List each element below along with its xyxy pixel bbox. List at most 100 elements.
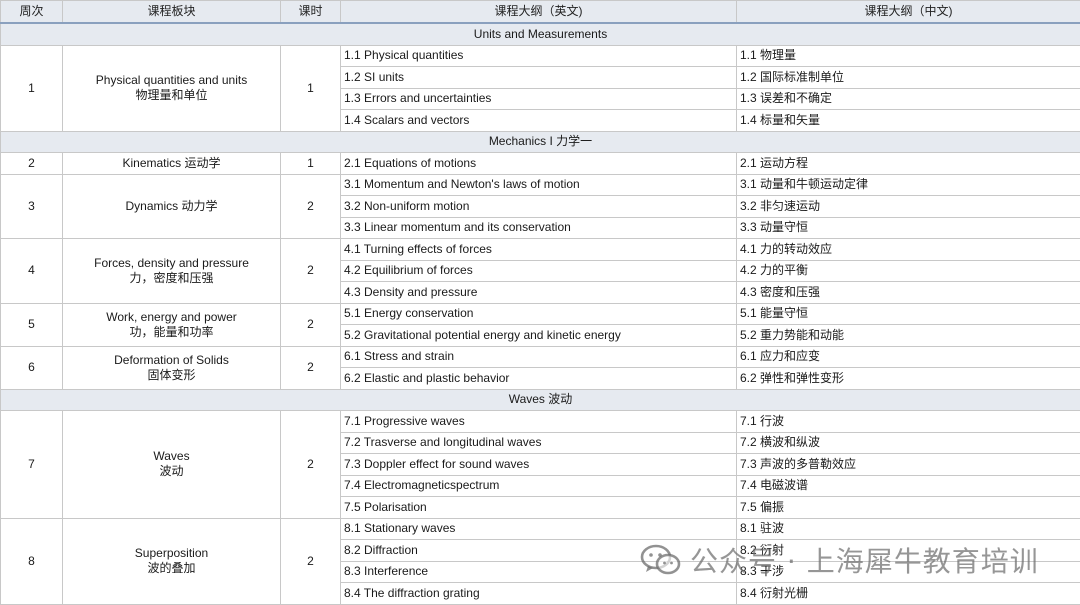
header-week: 周次	[1, 1, 63, 24]
header-outline-en: 课程大纲（英文)	[341, 1, 737, 24]
table-body: Units and Measurements1Physical quantiti…	[1, 23, 1080, 604]
module-cell: Waves波动	[63, 411, 281, 519]
topic-en: 5.1 Energy conservation	[341, 303, 737, 325]
module-name-en: Kinematics 运动学	[66, 156, 277, 171]
section-title: Mechanics I 力学一	[1, 131, 1080, 153]
topic-en: 2.1 Equations of motions	[341, 153, 737, 175]
week-number: 8	[1, 518, 63, 604]
topic-en: 8.2 Diffraction	[341, 540, 737, 562]
section-row: Mechanics I 力学一	[1, 131, 1080, 153]
module-name-en: Waves	[66, 449, 277, 464]
week-number: 7	[1, 411, 63, 519]
topic-en: 1.3 Errors and uncertainties	[341, 88, 737, 110]
topic-en: 7.4 Electromagneticspectrum	[341, 475, 737, 497]
topic-zh: 5.2 重力势能和动能	[737, 325, 1080, 347]
hours-cell: 1	[281, 45, 341, 131]
module-cell: Forces, density and pressure力，密度和压强	[63, 239, 281, 304]
table-row: 3Dynamics 动力学23.1 Momentum and Newton's …	[1, 174, 1080, 196]
module-cell: Dynamics 动力学	[63, 174, 281, 239]
topic-en: 4.2 Equilibrium of forces	[341, 260, 737, 282]
header-module: 课程板块	[63, 1, 281, 24]
course-outline-table: 周次 课程板块 课时 课程大纲（英文) 课程大纲（中文) Units and M…	[0, 0, 1080, 605]
topic-en: 1.1 Physical quantities	[341, 45, 737, 67]
table-row: 2Kinematics 运动学 12.1 Equations of motions…	[1, 153, 1080, 175]
module-name-en: Superposition	[66, 546, 277, 561]
topic-en: 7.5 Polarisation	[341, 497, 737, 519]
hours-cell: 2	[281, 239, 341, 304]
module-name-zh: 功，能量和功率	[66, 325, 277, 340]
header-row: 周次 课程板块 课时 课程大纲（英文) 课程大纲（中文)	[1, 1, 1080, 24]
hours-cell: 2	[281, 303, 341, 346]
topic-en: 4.1 Turning effects of forces	[341, 239, 737, 261]
week-number: 4	[1, 239, 63, 304]
topic-en: 3.3 Linear momentum and its conservation	[341, 217, 737, 239]
topic-zh: 7.3 声波的多普勒效应	[737, 454, 1080, 476]
header-outline-zh: 课程大纲（中文)	[737, 1, 1080, 24]
topic-zh: 4.3 密度和压强	[737, 282, 1080, 304]
table-row: 6Deformation of Solids固体变形26.1 Stress an…	[1, 346, 1080, 368]
topic-zh: 7.1 行波	[737, 411, 1080, 433]
section-title: Waves 波动	[1, 389, 1080, 411]
topic-zh: 8.1 驻波	[737, 518, 1080, 540]
topic-en: 8.3 Interference	[341, 561, 737, 583]
topic-zh: 7.2 横波和纵波	[737, 432, 1080, 454]
module-name-zh: 波动	[66, 464, 277, 479]
table-row: 1Physical quantities and units物理量和单位11.1…	[1, 45, 1080, 67]
topic-en: 3.1 Momentum and Newton's laws of motion	[341, 174, 737, 196]
topic-en: 8.1 Stationary waves	[341, 518, 737, 540]
hours-cell: 2	[281, 411, 341, 519]
section-row: Units and Measurements	[1, 23, 1080, 45]
topic-en: 6.2 Elastic and plastic behavior	[341, 368, 737, 390]
topic-zh: 7.4 电磁波谱	[737, 475, 1080, 497]
topic-zh: 3.1 动量和牛顿运动定律	[737, 174, 1080, 196]
hours-cell: 2	[281, 174, 341, 239]
module-name-zh: 波的叠加	[66, 561, 277, 576]
topic-zh: 1.2 国际标准制单位	[737, 67, 1080, 89]
week-number: 2	[1, 153, 63, 175]
topic-zh: 7.5 偏振	[737, 497, 1080, 519]
topic-zh: 8.4 衍射光栅	[737, 583, 1080, 605]
hours-cell: 1	[281, 153, 341, 175]
topic-zh: 6.2 弹性和弹性变形	[737, 368, 1080, 390]
module-name-en: Physical quantities and units	[66, 73, 277, 88]
week-number: 5	[1, 303, 63, 346]
header-hours: 课时	[281, 1, 341, 24]
topic-en: 8.4 The diffraction grating	[341, 583, 737, 605]
table-row: 8Superposition波的叠加28.1 Stationary waves8…	[1, 518, 1080, 540]
topic-zh: 8.3 干涉	[737, 561, 1080, 583]
module-name-en: Work, energy and power	[66, 310, 277, 325]
topic-en: 7.1 Progressive waves	[341, 411, 737, 433]
topic-en: 7.2 Trasverse and longitudinal waves	[341, 432, 737, 454]
module-name-zh: 物理量和单位	[66, 88, 277, 103]
module-name-zh: 力，密度和压强	[66, 271, 277, 286]
week-number: 6	[1, 346, 63, 389]
topic-en: 1.2 SI units	[341, 67, 737, 89]
module-cell: Physical quantities and units物理量和单位	[63, 45, 281, 131]
module-cell: Deformation of Solids固体变形	[63, 346, 281, 389]
module-name-en: Dynamics 动力学	[66, 199, 277, 214]
topic-en: 1.4 Scalars and vectors	[341, 110, 737, 132]
topic-en: 6.1 Stress and strain	[341, 346, 737, 368]
topic-zh: 3.2 非匀速运动	[737, 196, 1080, 218]
topic-zh: 6.1 应力和应变	[737, 346, 1080, 368]
module-cell: Superposition波的叠加	[63, 518, 281, 604]
table-row: 4Forces, density and pressure力，密度和压强24.1…	[1, 239, 1080, 261]
module-name-en: Forces, density and pressure	[66, 256, 277, 271]
topic-zh: 8.2 衍射	[737, 540, 1080, 562]
hours-cell: 2	[281, 346, 341, 389]
module-name-en: Deformation of Solids	[66, 353, 277, 368]
section-row: Waves 波动	[1, 389, 1080, 411]
hours-cell: 2	[281, 518, 341, 604]
topic-zh: 4.2 力的平衡	[737, 260, 1080, 282]
topic-en: 7.3 Doppler effect for sound waves	[341, 454, 737, 476]
topic-zh: 3.3 动量守恒	[737, 217, 1080, 239]
topic-en: 3.2 Non-uniform motion	[341, 196, 737, 218]
topic-zh: 4.1 力的转动效应	[737, 239, 1080, 261]
week-number: 1	[1, 45, 63, 131]
week-number: 3	[1, 174, 63, 239]
topic-zh: 2.1 运动方程	[737, 153, 1080, 175]
topic-zh: 5.1 能量守恒	[737, 303, 1080, 325]
table-row: 7Waves波动27.1 Progressive waves7.1 行波	[1, 411, 1080, 433]
topic-en: 4.3 Density and pressure	[341, 282, 737, 304]
topic-zh: 1.3 误差和不确定	[737, 88, 1080, 110]
